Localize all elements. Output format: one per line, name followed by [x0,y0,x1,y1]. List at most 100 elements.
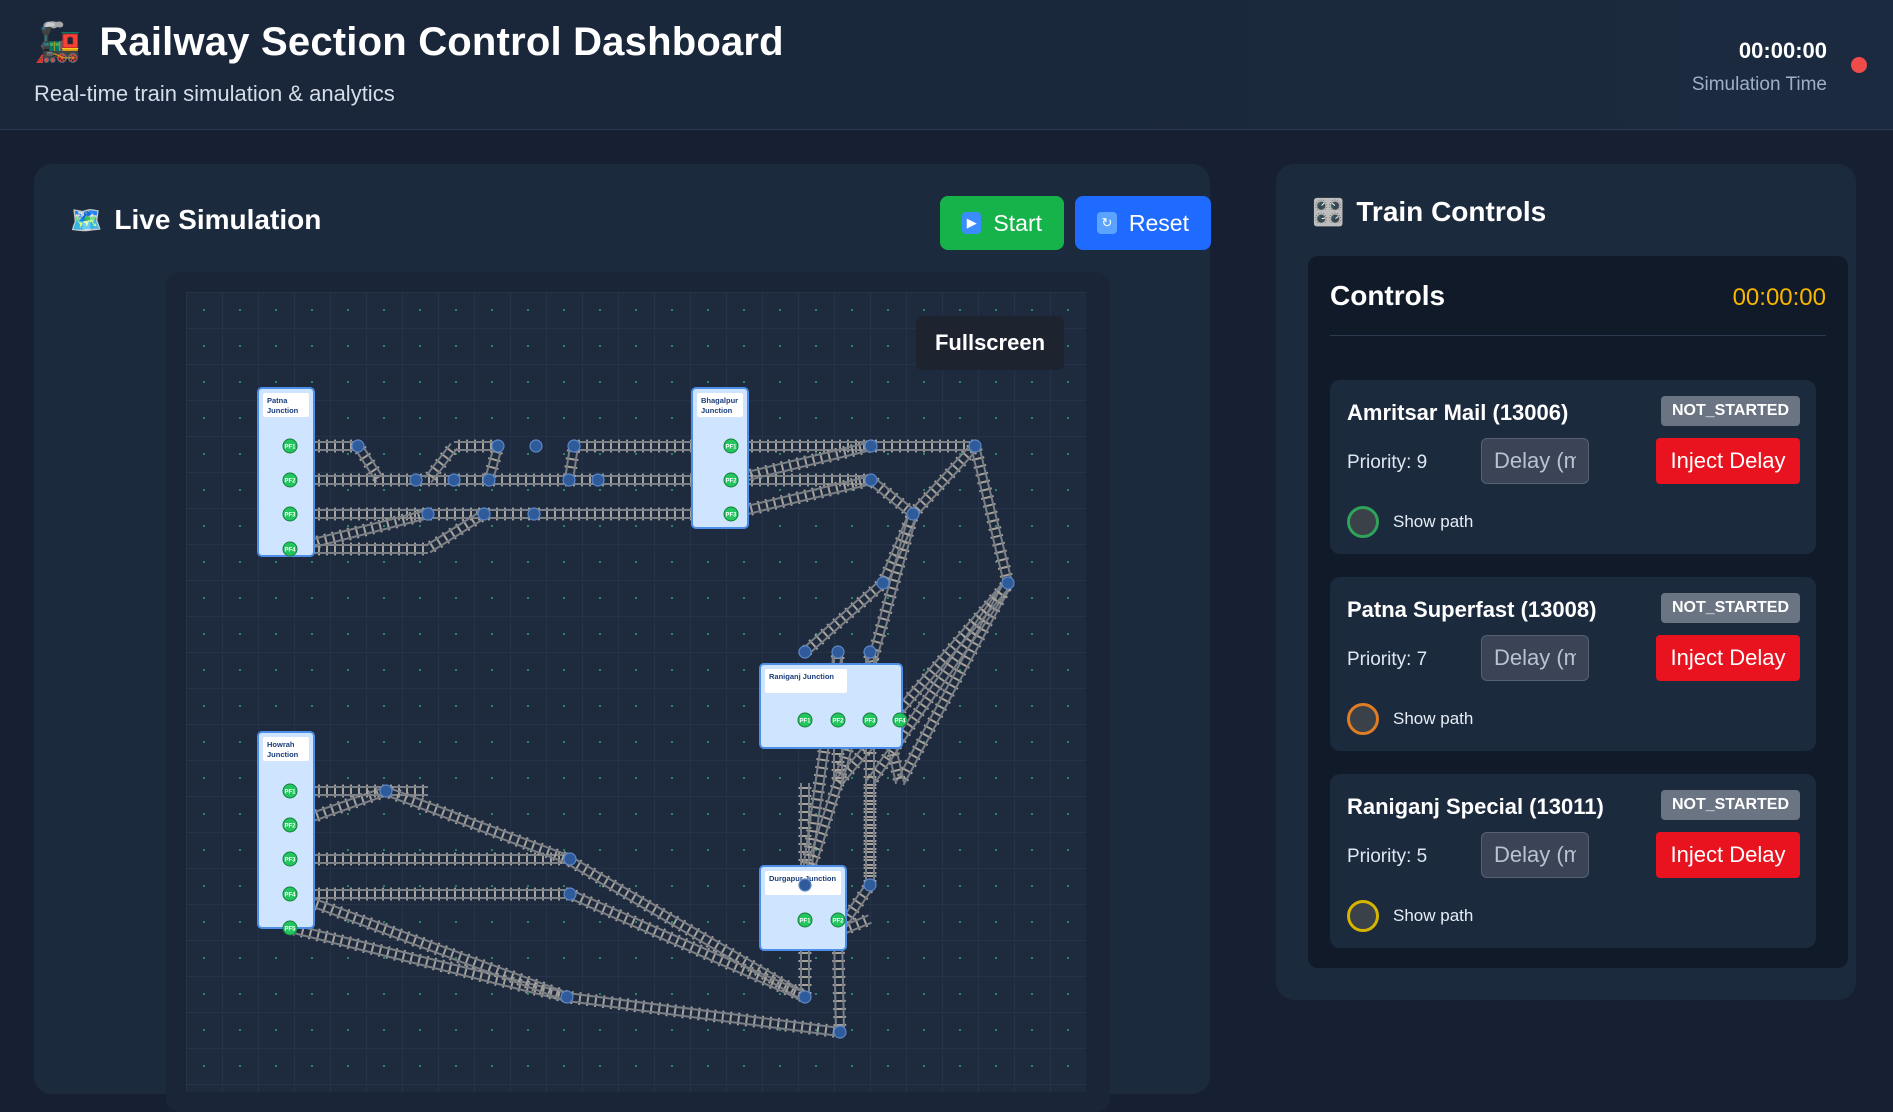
platform-marker[interactable]: PF3 [724,507,738,521]
play-icon: ▶ [962,212,981,234]
junction-node[interactable] [1002,577,1014,589]
station-label-line2: Junction [701,406,733,415]
svg-text:PF1: PF1 [284,790,296,796]
simulation-time-label: Simulation Time [1692,74,1827,96]
train-name: Patna Superfast (13008) [1347,597,1596,623]
train-name: Amritsar Mail (13006) [1347,400,1568,426]
status-indicator-dot [1851,57,1867,73]
platform-marker[interactable]: PF1 [798,713,812,727]
station-durgapur-junction[interactable]: Durgapur JunctionPF1PF2 [760,866,846,950]
junction-node[interactable] [865,474,877,486]
station-bhagalpur-junction[interactable]: BhagalpurJunctionPF1PF2PF3 [692,388,748,528]
svg-text:PF5: PF5 [284,927,296,933]
fullscreen-button[interactable]: Fullscreen [916,316,1064,370]
delay-input[interactable] [1481,438,1589,484]
station-howrah-junction[interactable]: HowrahJunction PF1 PF2 PF3 PF4 PF5 [258,732,314,935]
junction-node[interactable] [864,646,876,658]
junction-node[interactable] [799,646,811,658]
junction-node[interactable] [528,508,540,520]
platform-marker[interactable]: PF2 [724,473,738,487]
path-color-circle[interactable] [1347,703,1379,735]
svg-text:PF1: PF1 [725,445,737,451]
start-button[interactable]: ▶ Start [940,196,1064,250]
platform-marker[interactable]: PF2 [283,818,297,832]
svg-text:PF2: PF2 [284,479,296,485]
inject-delay-button[interactable]: Inject Delay [1656,438,1800,484]
junction-node[interactable] [564,888,576,900]
train-priority: Priority: 9 [1347,452,1427,474]
show-path-toggle[interactable]: Show path [1347,900,1473,932]
station-label-line2: Junction [267,750,299,759]
junction-node[interactable] [492,440,504,452]
reset-button-label: Reset [1129,210,1189,237]
platform-marker[interactable]: PF3 [863,713,877,727]
train-controls-title: Train Controls [1356,196,1546,228]
junction-node[interactable] [834,1026,846,1038]
svg-text:PF2: PF2 [284,824,296,830]
platform-marker[interactable]: PF1 [283,439,297,453]
svg-text:PF2: PF2 [832,919,844,925]
junction-node[interactable] [865,440,877,452]
platform-marker[interactable]: PF3 [283,507,297,521]
junction-node[interactable] [592,474,604,486]
junction-node[interactable] [564,853,576,865]
station-raniganj-junction[interactable]: Raniganj JunctionPF1PF2PF3PF4 [760,664,907,748]
junction-node[interactable] [478,508,490,520]
simulation-time-value: 00:00:00 [1692,38,1827,64]
junction-node[interactable] [969,440,981,452]
junction-node[interactable] [448,474,460,486]
junction-node[interactable] [410,474,422,486]
train-icon: 🚂 [34,24,81,62]
platform-marker[interactable]: PF2 [283,473,297,487]
platform-marker[interactable]: PF4 [283,887,297,901]
station-label: Patna [267,396,288,405]
junction-node[interactable] [563,474,575,486]
train-card: Patna Superfast (13008) NOT_STARTED Prio… [1330,577,1816,751]
path-color-circle[interactable] [1347,900,1379,932]
platform-marker[interactable]: PF1 [798,913,812,927]
show-path-toggle[interactable]: Show path [1347,506,1473,538]
svg-text:PF4: PF4 [894,719,906,725]
train-name: Raniganj Special (13011) [1347,794,1604,820]
show-path-label: Show path [1393,512,1473,532]
station-patna-junction[interactable]: PatnaJunctionPF1PF2PF3PF4 [258,388,314,556]
platform-marker[interactable]: PF4 [283,542,297,556]
junction-node[interactable] [530,440,542,452]
junction-node[interactable] [799,879,811,891]
map-grid [186,292,1086,1092]
platform-marker[interactable]: PF5 [283,921,297,935]
path-color-circle[interactable] [1347,506,1379,538]
start-button-label: Start [993,210,1042,237]
junction-node[interactable] [799,991,811,1003]
platform-marker[interactable]: PF4 [893,713,907,727]
junction-node[interactable] [380,785,392,797]
page-title: Railway Section Control Dashboard [99,20,784,65]
svg-text:PF3: PF3 [284,858,296,864]
delay-input[interactable] [1481,635,1589,681]
train-card: Amritsar Mail (13006) NOT_STARTED Priori… [1330,380,1816,554]
platform-marker[interactable]: PF2 [831,913,845,927]
junction-node[interactable] [568,440,580,452]
platform-marker[interactable]: PF2 [831,713,845,727]
delay-input[interactable] [1481,832,1589,878]
junction-node[interactable] [864,879,876,891]
platform-marker[interactable]: PF1 [724,439,738,453]
platform-marker[interactable]: PF3 [283,852,297,866]
junction-node[interactable] [877,577,889,589]
station-label: Howrah [267,740,295,749]
junction-node[interactable] [907,508,919,520]
junction-node[interactable] [422,508,434,520]
junction-node[interactable] [483,474,495,486]
junction-node[interactable] [352,440,364,452]
show-path-toggle[interactable]: Show path [1347,703,1473,735]
reset-button[interactable]: ↻ Reset [1075,196,1211,250]
junction-node[interactable] [832,646,844,658]
track-map-canvas[interactable]: PatnaJunctionPF1PF2PF3PF4BhagalpurJuncti… [186,292,1086,1092]
train-status-badge: NOT_STARTED [1661,593,1800,623]
inject-delay-button[interactable]: Inject Delay [1656,832,1800,878]
inject-delay-button[interactable]: Inject Delay [1656,635,1800,681]
platform-marker[interactable]: PF1 [283,784,297,798]
train-priority: Priority: 5 [1347,846,1427,868]
map-icon: 🗺️ [70,205,102,236]
junction-node[interactable] [561,991,573,1003]
